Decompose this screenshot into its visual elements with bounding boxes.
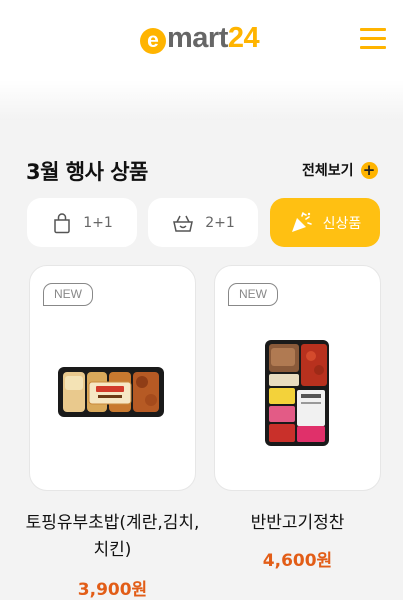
- product-name[interactable]: 반반고기정찬: [205, 510, 390, 537]
- tab-2plus1[interactable]: 2+1: [148, 198, 258, 247]
- new-badge: NEW: [228, 283, 278, 306]
- tab-1plus1[interactable]: 1+1: [27, 198, 137, 247]
- product-price: 4,600원: [262, 551, 333, 571]
- logo-24-text: 24: [227, 22, 260, 54]
- plus-circle-icon: +: [360, 161, 378, 179]
- tab-new-products-label: 신상품: [322, 215, 362, 232]
- new-badge: NEW: [43, 283, 93, 306]
- tab-1plus1-label: 1+1: [83, 214, 113, 231]
- basket-icon: [173, 215, 194, 232]
- tab-2plus1-label: 2+1: [205, 214, 235, 231]
- view-all-label: 전체보기: [302, 163, 354, 179]
- product-card-image[interactable]: NEW: [29, 265, 196, 491]
- emart24-logo[interactable]: e mart 24: [140, 22, 260, 55]
- tab-new-products[interactable]: 신상품: [270, 198, 380, 247]
- header-divider-band: [0, 80, 403, 120]
- product-price: 3,900원: [77, 580, 148, 600]
- shopping-bag-icon: [54, 212, 70, 233]
- logo-mart-text: mart: [167, 22, 228, 54]
- product-image-inari-lunchbox: [58, 367, 164, 417]
- view-all-button[interactable]: 전체보기 +: [302, 160, 378, 180]
- logo-e-mark: e: [140, 28, 166, 54]
- product-name[interactable]: 토핑유부초밥(계란,김치,치킨): [20, 510, 205, 564]
- app-header: e mart 24: [0, 0, 403, 80]
- section-title: 3월 행사 상품: [26, 160, 148, 184]
- party-popper-icon: [291, 211, 312, 232]
- product-card-image[interactable]: NEW: [214, 265, 381, 491]
- hamburger-menu-icon[interactable]: [360, 26, 386, 50]
- product-image-meat-lunchbox: [265, 340, 329, 446]
